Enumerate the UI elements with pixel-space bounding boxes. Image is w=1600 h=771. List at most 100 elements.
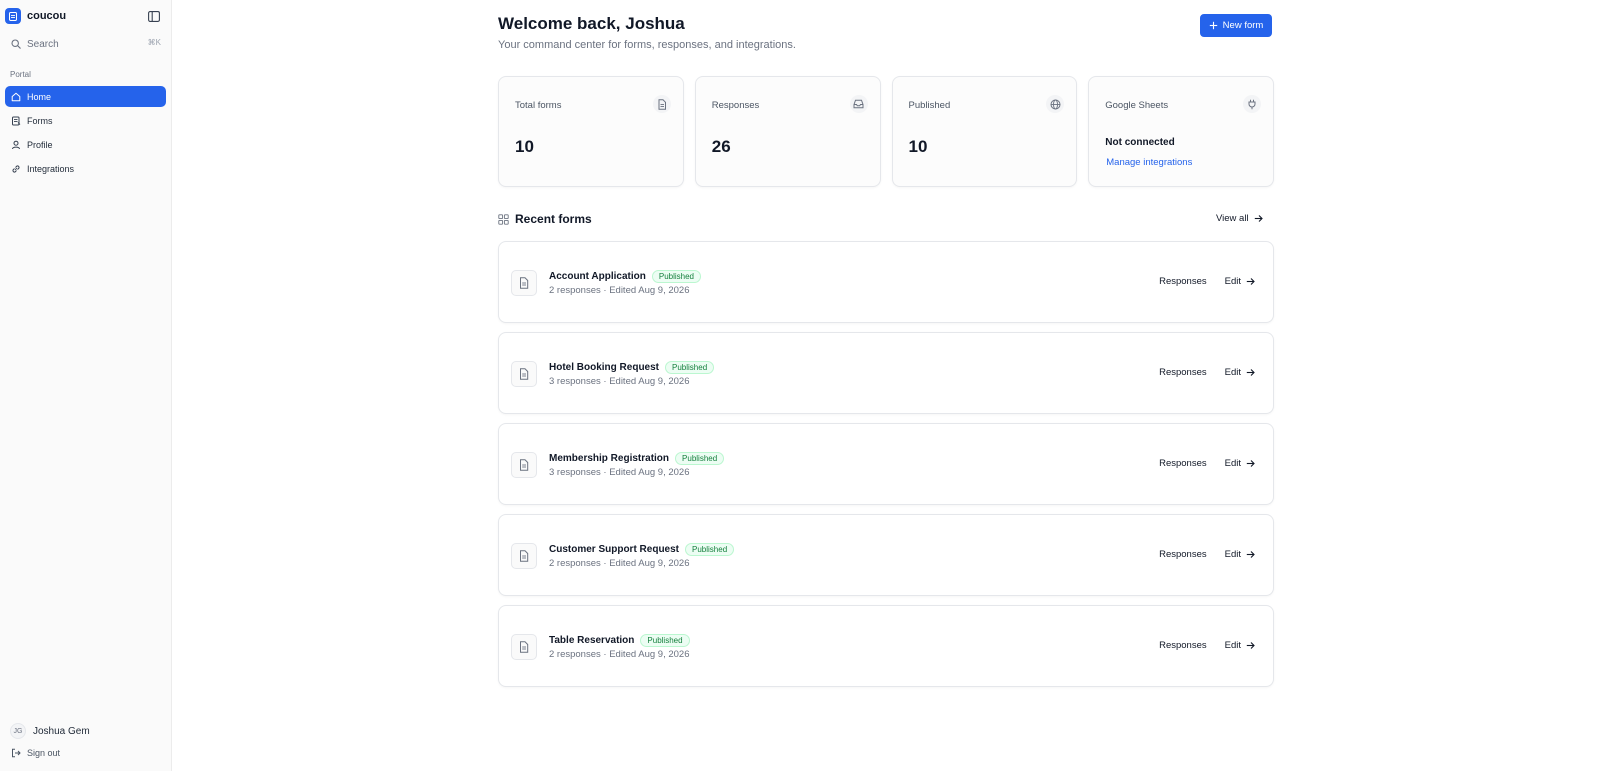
document-icon [511, 543, 537, 569]
row-actions: Responses Edit [1159, 549, 1255, 560]
stat-value: 10 [908, 137, 928, 156]
brand[interactable]: coucou [5, 8, 66, 24]
plug-icon [1243, 95, 1261, 113]
sidebar-item-label: Forms [27, 115, 53, 126]
stat-label: Google Sheets [1105, 100, 1169, 111]
sidebar-nav: Home Forms Profile Integrations [5, 86, 166, 182]
section-label: Portal [10, 70, 31, 79]
sidebar-item-home[interactable]: Home [5, 86, 166, 107]
stat-card-published: Published 10 [891, 76, 1078, 187]
list-item[interactable]: Customer Support Request Published 2 res… [498, 514, 1274, 596]
user-name: Joshua Gem [33, 725, 90, 737]
new-form-button[interactable]: New form [1200, 14, 1272, 37]
new-form-label: New form [1222, 20, 1264, 31]
link-icon [11, 164, 21, 174]
brand-logo-icon [5, 8, 21, 24]
sign-out-icon [11, 748, 21, 758]
document-icon [511, 361, 537, 387]
document-icon [511, 452, 537, 478]
responses-button[interactable]: Responses [1159, 549, 1207, 560]
status-badge: Published [640, 634, 690, 647]
user-menu[interactable]: JG Joshua Gem [10, 723, 90, 739]
sign-out-button[interactable]: Sign out [11, 748, 60, 758]
responses-button[interactable]: Responses [1159, 367, 1207, 378]
form-name: Customer Support Request [549, 544, 680, 555]
status-badge: Published [675, 452, 725, 465]
recent-forms-list: Account Application Published 2 response… [498, 241, 1274, 696]
sidebar-item-profile[interactable]: Profile [5, 134, 166, 155]
form-title-line: Customer Support Request Published [549, 543, 735, 556]
brand-name: coucou [27, 10, 67, 22]
status-badge: Published [665, 361, 715, 374]
arrow-right-icon [1246, 550, 1255, 559]
sidebar-item-label: Home [27, 91, 52, 102]
sidebar: coucou Search ⌘K Portal Home Forms Profi… [0, 0, 172, 771]
responses-button[interactable]: Responses [1159, 276, 1207, 287]
recent-forms-header: Recent forms [498, 212, 592, 226]
form-meta: 3 responses · Edited Aug 9, 2026 [549, 376, 690, 387]
search-icon [11, 39, 21, 49]
user-icon [11, 140, 21, 150]
responses-button[interactable]: Responses [1159, 458, 1207, 469]
stat-label: Total forms [515, 100, 562, 111]
manage-integrations-link[interactable]: Manage integrations [1106, 157, 1192, 168]
status-badge: Published [685, 543, 735, 556]
edit-label: Edit [1224, 276, 1241, 287]
sign-out-label: Sign out [27, 748, 61, 758]
edit-button[interactable]: Edit [1225, 549, 1255, 560]
list-item[interactable]: Membership Registration Published 3 resp… [498, 423, 1274, 505]
stat-card-total-forms: Total forms 10 [498, 76, 684, 187]
form-title-line: Membership Registration Published [549, 452, 725, 465]
form-meta: 2 responses · Edited Aug 9, 2026 [549, 649, 690, 660]
view-all-label: View all [1216, 213, 1249, 224]
form-title-line: Account Application Published [549, 270, 701, 283]
stat-label: Published [908, 100, 951, 111]
sidebar-item-integrations[interactable]: Integrations [5, 158, 166, 179]
view-all-link[interactable]: View all [1216, 213, 1263, 224]
row-actions: Responses Edit [1159, 458, 1255, 469]
row-actions: Responses Edit [1159, 276, 1255, 287]
list-item[interactable]: Hotel Booking Request Published 3 respon… [498, 332, 1274, 414]
sidebar-item-label: Integrations [27, 163, 75, 174]
edit-button[interactable]: Edit [1225, 458, 1255, 469]
plus-icon [1209, 21, 1218, 30]
document-icon [652, 95, 671, 113]
sidebar-toggle-icon[interactable] [147, 9, 161, 23]
status-badge: Published [651, 270, 701, 283]
stat-label: Responses [711, 100, 760, 111]
arrow-right-icon [1246, 641, 1255, 650]
edit-button[interactable]: Edit [1225, 367, 1255, 378]
form-name: Account Application [549, 271, 646, 282]
search-input[interactable]: Search ⌘K [11, 36, 161, 52]
sidebar-item-forms[interactable]: Forms [5, 110, 166, 131]
responses-button[interactable]: Responses [1159, 640, 1207, 651]
connection-status: Not connected [1105, 137, 1175, 148]
home-icon [11, 92, 21, 102]
edit-label: Edit [1224, 640, 1241, 651]
globe-icon [1046, 95, 1065, 113]
arrow-right-icon [1246, 277, 1255, 286]
recent-forms-title: Recent forms [515, 212, 592, 226]
arrow-right-icon [1246, 459, 1255, 468]
form-meta: 3 responses · Edited Aug 9, 2026 [549, 467, 690, 478]
forms-icon [11, 116, 21, 126]
stat-value: 26 [711, 137, 731, 156]
grid-icon [498, 213, 509, 225]
edit-label: Edit [1224, 367, 1241, 378]
list-item[interactable]: Table Reservation Published 2 responses … [498, 605, 1274, 687]
form-name: Table Reservation [549, 635, 635, 646]
row-actions: Responses Edit [1159, 640, 1255, 651]
arrow-right-icon [1254, 214, 1263, 223]
stat-card-responses: Responses 26 [694, 76, 881, 187]
edit-button[interactable]: Edit [1225, 276, 1255, 287]
form-meta: 2 responses · Edited Aug 9, 2026 [549, 558, 690, 569]
list-item[interactable]: Account Application Published 2 response… [498, 241, 1274, 323]
edit-label: Edit [1224, 458, 1241, 469]
page-subtitle: Your command center for forms, responses… [498, 39, 796, 51]
search-label: Search [27, 38, 59, 50]
form-name: Membership Registration [549, 453, 670, 464]
edit-label: Edit [1224, 549, 1241, 560]
edit-button[interactable]: Edit [1225, 640, 1255, 651]
arrow-right-icon [1246, 368, 1255, 377]
document-icon [511, 634, 537, 660]
